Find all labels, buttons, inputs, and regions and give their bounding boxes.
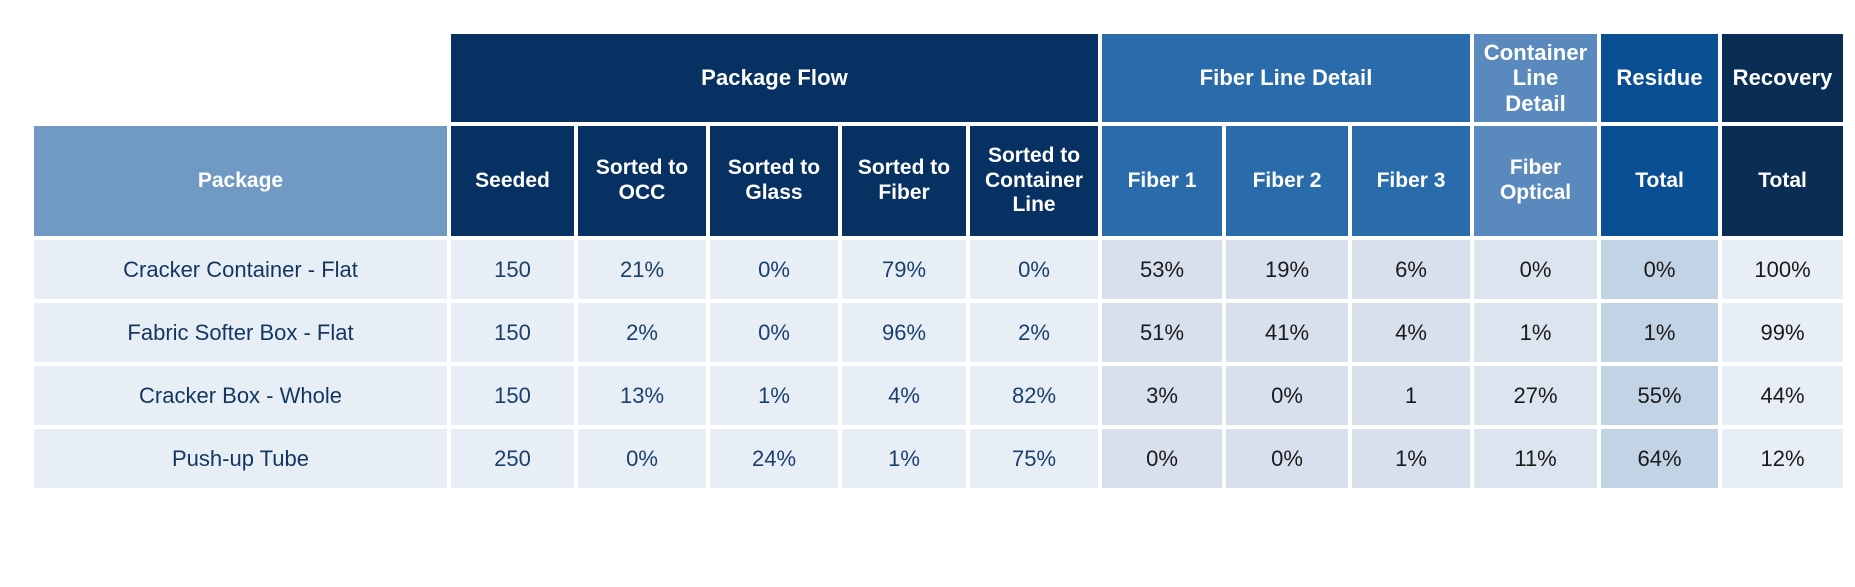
cell-sorted-to-container-line: 75% (970, 429, 1099, 488)
cell-recovery-total: 99% (1722, 303, 1844, 362)
cell-fiber-3: 4% (1352, 303, 1471, 362)
cell-fiber-1: 53% (1102, 240, 1223, 299)
table-body: Cracker Container - Flat 150 21% 0% 79% … (34, 240, 1844, 488)
cell-sorted-to-fiber: 4% (842, 366, 966, 425)
cell-seeded: 150 (451, 240, 574, 299)
group-header-row: Package Flow Fiber Line Detail Container… (34, 34, 1844, 122)
cell-sorted-to-occ: 0% (578, 429, 706, 488)
column-header-sorted-to-fiber: Sorted to Fiber (842, 126, 966, 236)
cell-residue-total: 64% (1601, 429, 1719, 488)
column-header-package: Package (34, 126, 447, 236)
table-row: Cracker Container - Flat 150 21% 0% 79% … (34, 240, 1844, 299)
cell-fiber-1: 0% (1102, 429, 1223, 488)
cell-fiber-3: 1 (1352, 366, 1471, 425)
cell-fiber-2: 41% (1226, 303, 1349, 362)
group-header-blank (34, 34, 447, 122)
cell-fiber-optical: 1% (1474, 303, 1598, 362)
cell-sorted-to-fiber: 96% (842, 303, 966, 362)
cell-fiber-2: 19% (1226, 240, 1349, 299)
cell-sorted-to-occ: 2% (578, 303, 706, 362)
column-header-sorted-to-occ: Sorted to OCC (578, 126, 706, 236)
cell-recovery-total: 100% (1722, 240, 1844, 299)
cell-seeded: 250 (451, 429, 574, 488)
cell-package: Push-up Tube (34, 429, 447, 488)
cell-fiber-3: 1% (1352, 429, 1471, 488)
cell-fiber-1: 51% (1102, 303, 1223, 362)
column-header-fiber-optical: Fiber Optical (1474, 126, 1598, 236)
column-header-recovery-total: Total (1722, 126, 1844, 236)
column-header-seeded: Seeded (451, 126, 574, 236)
cell-sorted-to-container-line: 0% (970, 240, 1099, 299)
package-flow-matrix-table: Package Flow Fiber Line Detail Container… (30, 30, 1847, 492)
cell-package: Cracker Box - Whole (34, 366, 447, 425)
column-header-fiber-2: Fiber 2 (1226, 126, 1349, 236)
column-header-fiber-1: Fiber 1 (1102, 126, 1223, 236)
group-header-fiber-line-detail: Fiber Line Detail (1102, 34, 1471, 122)
cell-recovery-total: 44% (1722, 366, 1844, 425)
cell-sorted-to-glass: 1% (710, 366, 838, 425)
cell-sorted-to-fiber: 79% (842, 240, 966, 299)
column-header-sorted-to-container-line: Sorted to Container Line (970, 126, 1099, 236)
cell-package: Fabric Softer Box - Flat (34, 303, 447, 362)
group-header-package-flow: Package Flow (451, 34, 1099, 122)
cell-recovery-total: 12% (1722, 429, 1844, 488)
cell-sorted-to-fiber: 1% (842, 429, 966, 488)
cell-sorted-to-glass: 24% (710, 429, 838, 488)
cell-sorted-to-occ: 13% (578, 366, 706, 425)
cell-sorted-to-glass: 0% (710, 303, 838, 362)
cell-sorted-to-glass: 0% (710, 240, 838, 299)
group-header-recovery: Recovery (1722, 34, 1844, 122)
cell-residue-total: 55% (1601, 366, 1719, 425)
column-header-row: Package Seeded Sorted to OCC Sorted to G… (34, 126, 1844, 236)
column-header-residue-total: Total (1601, 126, 1719, 236)
cell-fiber-2: 0% (1226, 429, 1349, 488)
table-container: Package Flow Fiber Line Detail Container… (0, 0, 1855, 587)
group-header-container-line-detail: Container Line Detail (1474, 34, 1598, 122)
cell-fiber-optical: 11% (1474, 429, 1598, 488)
column-header-fiber-3: Fiber 3 (1352, 126, 1471, 236)
cell-fiber-3: 6% (1352, 240, 1471, 299)
cell-fiber-2: 0% (1226, 366, 1349, 425)
cell-seeded: 150 (451, 303, 574, 362)
cell-fiber-optical: 0% (1474, 240, 1598, 299)
table-row: Fabric Softer Box - Flat 150 2% 0% 96% 2… (34, 303, 1844, 362)
cell-package: Cracker Container - Flat (34, 240, 447, 299)
cell-residue-total: 0% (1601, 240, 1719, 299)
group-header-residue: Residue (1601, 34, 1719, 122)
cell-sorted-to-container-line: 2% (970, 303, 1099, 362)
table-row: Cracker Box - Whole 150 13% 1% 4% 82% 3%… (34, 366, 1844, 425)
cell-seeded: 150 (451, 366, 574, 425)
cell-fiber-optical: 27% (1474, 366, 1598, 425)
cell-sorted-to-occ: 21% (578, 240, 706, 299)
column-header-sorted-to-glass: Sorted to Glass (710, 126, 838, 236)
cell-fiber-1: 3% (1102, 366, 1223, 425)
cell-residue-total: 1% (1601, 303, 1719, 362)
cell-sorted-to-container-line: 82% (970, 366, 1099, 425)
table-row: Push-up Tube 250 0% 24% 1% 75% 0% 0% 1% … (34, 429, 1844, 488)
